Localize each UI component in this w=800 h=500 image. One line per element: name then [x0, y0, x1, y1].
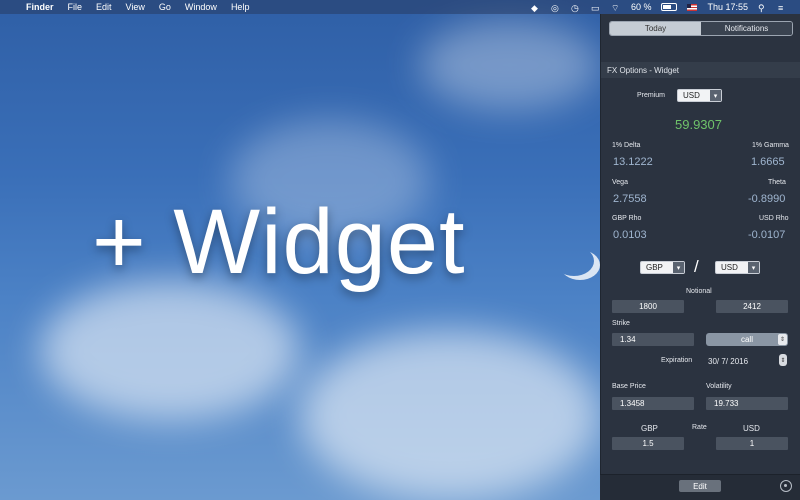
premium-currency-value: USD	[683, 91, 700, 100]
menu-file[interactable]: File	[68, 2, 83, 12]
usd-rho-value: -0.0107	[748, 229, 786, 241]
delta-value: 13.1222	[613, 156, 653, 168]
premium-currency-select[interactable]: USD ▾	[677, 89, 722, 102]
option-type-value: call	[740, 335, 753, 344]
edit-button[interactable]: Edit	[679, 480, 721, 492]
menu-app-name[interactable]: Finder	[26, 2, 54, 12]
flag-icon[interactable]	[687, 3, 698, 11]
widget-title: FX Options - Widget	[601, 62, 800, 78]
base-price-input[interactable]: 1.3458	[612, 397, 694, 410]
strike-input[interactable]: 1.34	[612, 333, 694, 346]
notional-label: Notional	[686, 288, 712, 295]
cloud	[40, 280, 300, 420]
gamma-value: 1.6665	[751, 156, 785, 168]
vega-value: 2.7558	[613, 193, 647, 205]
airplay-icon[interactable]: ▭	[591, 3, 601, 13]
base-price-label: Base Price	[612, 383, 646, 390]
date-stepper-icon[interactable]: ⇕	[779, 354, 787, 366]
base-currency-value: GBP	[646, 263, 663, 272]
stepper-icon: ⇕	[778, 334, 787, 345]
creative-cloud-icon[interactable]: ◎	[551, 3, 561, 13]
tab-today[interactable]: Today	[610, 22, 701, 35]
menu-window[interactable]: Window	[185, 2, 217, 12]
theta-value: -0.8990	[748, 193, 786, 205]
gbp-rate-input[interactable]: 1.5	[612, 437, 684, 450]
volatility-label: Volatility	[706, 383, 732, 390]
premium-value: 59.9307	[675, 117, 722, 132]
menu-go[interactable]: Go	[159, 2, 171, 12]
chevron-down-icon: ▾	[748, 262, 759, 273]
delta-label: 1% Delta	[612, 142, 641, 149]
notional-base-input[interactable]: 1800	[612, 300, 684, 313]
list-icon[interactable]: ≡	[778, 3, 788, 13]
settings-gear-icon[interactable]	[780, 480, 792, 492]
battery-percent[interactable]: 60 %	[631, 2, 652, 12]
gbp-rate-label: GBP	[641, 424, 658, 433]
chevron-down-icon: ▾	[710, 90, 721, 101]
chevron-down-icon: ▾	[673, 262, 684, 273]
clock[interactable]: Thu 17:55	[707, 2, 748, 12]
menu-view[interactable]: View	[126, 2, 145, 12]
gbp-rho-value: 0.0103	[613, 229, 647, 241]
quote-currency-select[interactable]: USD ▾	[715, 261, 760, 274]
expiration-date-field[interactable]: 30/ 7/ 2016	[708, 357, 748, 366]
base-currency-select[interactable]: GBP ▾	[640, 261, 685, 274]
cloud	[300, 330, 600, 500]
usd-rho-label: USD Rho	[759, 215, 789, 222]
premium-label: Premium	[637, 92, 666, 99]
cloud	[420, 20, 600, 110]
theta-label: Theta	[768, 179, 786, 186]
rate-label: Rate	[692, 424, 707, 431]
option-type-select[interactable]: call ⇕	[706, 333, 788, 346]
wifi-icon[interactable]: ⌔	[611, 3, 621, 13]
vega-label: Vega	[612, 179, 628, 186]
gamma-label: 1% Gamma	[752, 142, 789, 149]
battery-icon[interactable]	[661, 3, 678, 11]
gbp-rho-label: GBP Rho	[612, 215, 642, 222]
usd-rate-input[interactable]: 1	[716, 437, 788, 450]
menu-help[interactable]: Help	[231, 2, 250, 12]
pair-separator: /	[694, 257, 699, 276]
notional-quote-input[interactable]: 2412	[716, 300, 788, 313]
search-icon[interactable]: ⚲	[758, 3, 768, 13]
menu-edit[interactable]: Edit	[96, 2, 112, 12]
expiration-label: Expiration	[661, 357, 693, 364]
strike-label: Strike	[612, 320, 630, 327]
usd-rate-label: USD	[743, 424, 760, 433]
volatility-input[interactable]: 19.733	[706, 397, 788, 410]
dropbox-icon[interactable]: ◆	[531, 3, 541, 13]
timemachine-icon[interactable]: ◷	[571, 3, 581, 13]
tab-switcher: Today Notifications	[609, 21, 793, 36]
tab-notifications[interactable]: Notifications	[701, 22, 792, 35]
widget-overlay-text: + Widget	[92, 191, 466, 293]
moon-shape	[560, 250, 600, 280]
quote-currency-value: USD	[721, 263, 738, 272]
menu-bar: Finder File Edit View Go Window Help ◆ ◎…	[0, 0, 800, 14]
